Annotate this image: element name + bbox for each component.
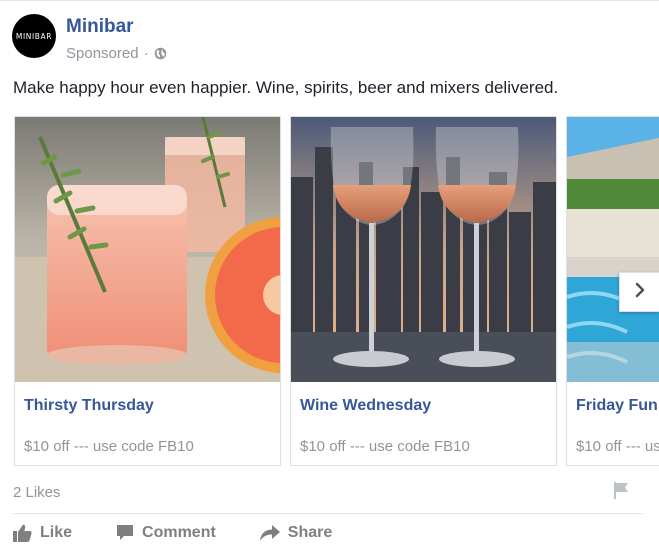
footer-divider xyxy=(13,513,643,514)
chevron-right-icon xyxy=(634,282,646,303)
card-image-cocktail[interactable] xyxy=(15,117,280,382)
card-image-wine[interactable] xyxy=(291,117,556,382)
ad-carousel[interactable]: Thirsty Thursday $10 off --- use code FB… xyxy=(14,116,659,467)
card-subtitle: $10 off --- use code FB10 xyxy=(576,438,659,455)
card-title[interactable]: Thirsty Thursday xyxy=(24,397,154,415)
top-divider xyxy=(0,0,659,1)
like-button[interactable]: Like xyxy=(13,524,72,542)
share-button[interactable]: Share xyxy=(259,524,333,542)
share-arrow-icon xyxy=(259,525,280,541)
post-body-text: Make happy hour even happier. Wine, spir… xyxy=(13,78,559,97)
likes-count[interactable]: 2 Likes xyxy=(13,484,61,501)
card-title[interactable]: Friday Fun xyxy=(576,397,658,415)
post-meta: Sponsored · xyxy=(66,45,167,62)
like-label: Like xyxy=(40,524,73,541)
meta-separator: · xyxy=(143,45,149,62)
comment-button[interactable]: Comment xyxy=(116,524,216,542)
page-avatar[interactable]: MINIBAR xyxy=(12,14,56,58)
carousel-card[interactable]: Thirsty Thursday $10 off --- use code FB… xyxy=(14,116,281,466)
card-image-pool[interactable] xyxy=(567,117,659,382)
carousel-card[interactable]: Wine Wednesday $10 off --- use code FB10 xyxy=(290,116,557,466)
sponsored-label[interactable]: Sponsored xyxy=(66,45,139,62)
post-actions: Like Comment Share xyxy=(13,524,332,542)
card-title[interactable]: Wine Wednesday xyxy=(300,397,431,415)
page-name-link[interactable]: Minibar xyxy=(66,16,134,38)
comment-icon xyxy=(117,525,134,540)
comment-label: Comment xyxy=(142,524,216,541)
card-subtitle: $10 off --- use code FB10 xyxy=(300,438,470,455)
avatar-logo-text: MINIBAR xyxy=(15,31,53,41)
flag-icon[interactable] xyxy=(611,480,631,500)
carousel-next-button[interactable] xyxy=(619,272,659,312)
thumbs-up-icon xyxy=(13,524,32,542)
share-label: Share xyxy=(287,524,333,541)
globe-icon[interactable] xyxy=(154,47,167,60)
card-subtitle: $10 off --- use code FB10 xyxy=(24,438,194,455)
